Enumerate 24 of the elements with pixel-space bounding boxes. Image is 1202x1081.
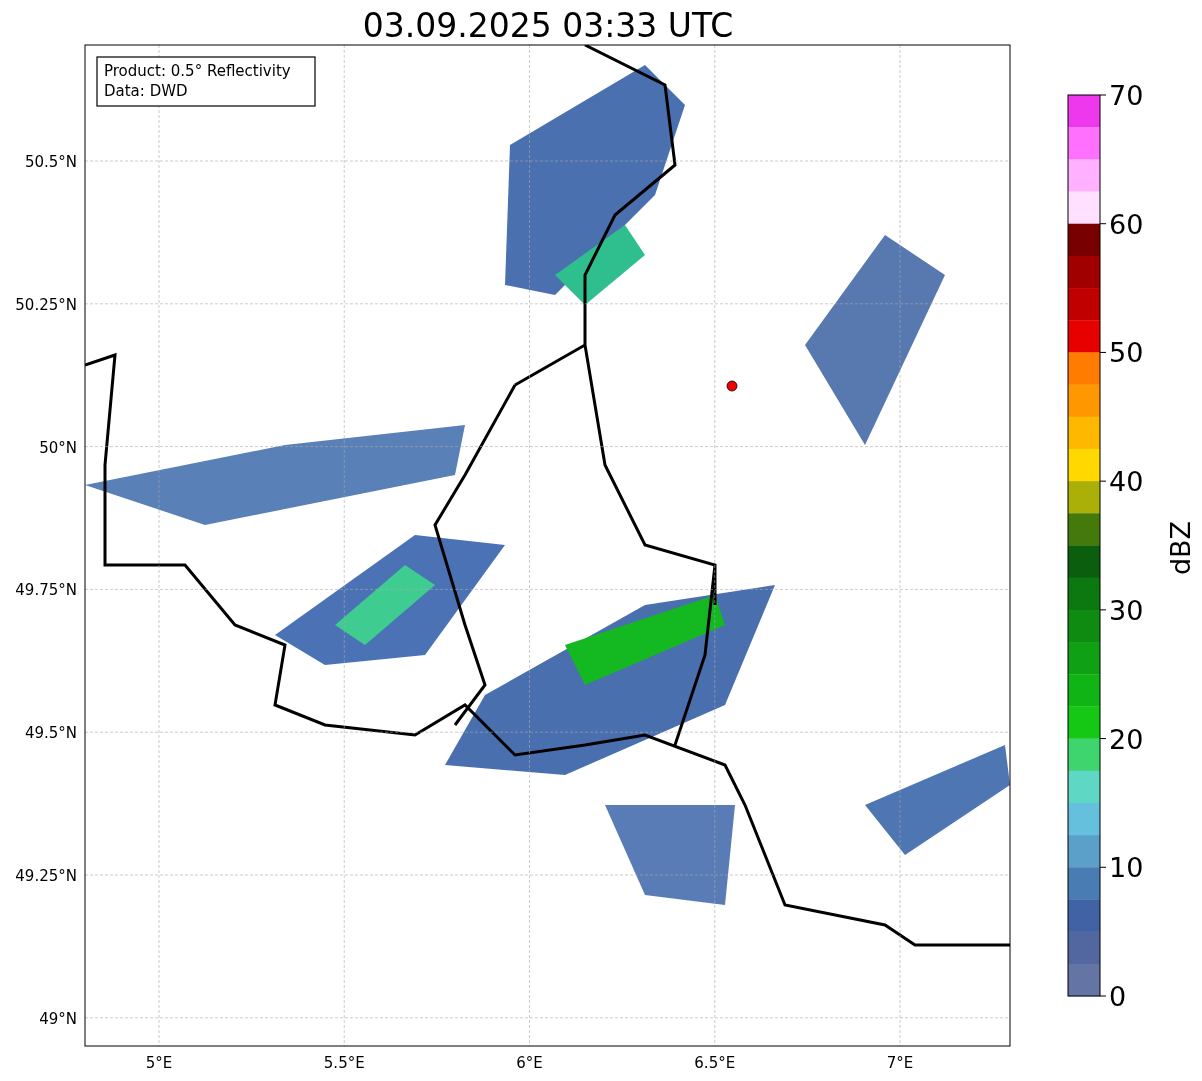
colorbar-tick-label: 20: [1109, 723, 1144, 755]
colorbar-tick-label: 10: [1109, 852, 1144, 884]
latitude-label: 50.25°N: [15, 295, 77, 314]
longitude-label: 6.5°E: [694, 1054, 736, 1072]
chart-title: 03.09.2025 03:33 UTC: [362, 6, 734, 45]
colorbar-tick-label: 50: [1109, 337, 1144, 369]
colorbar-tick-label: 70: [1109, 80, 1144, 111]
latitude-label: 50°N: [39, 438, 77, 457]
longitude-label: 7°E: [886, 1054, 914, 1072]
longitude-label: 5°E: [145, 1054, 173, 1072]
colorbar-tick-label: 60: [1109, 208, 1144, 240]
colorbar-label: dBZ: [1165, 520, 1196, 576]
latitude-label: 49.25°N: [15, 867, 77, 885]
latitude-label: 50.5°N: [24, 153, 77, 171]
longitude-label: 5.5°E: [323, 1054, 365, 1072]
info-text: Data: DWD: [104, 82, 188, 100]
info-text: Product: 0.5° Reflectivity: [104, 62, 291, 80]
longitude-label: 6°E: [516, 1054, 543, 1072]
colorbar-tick-label: 40: [1109, 466, 1144, 498]
latitude-label: 49.75°N: [15, 581, 77, 600]
latitude-label: 49.5°N: [24, 724, 77, 743]
colorbar-tick-label: 0: [1109, 981, 1127, 1012]
colorbar-tick-label: 30: [1109, 594, 1144, 626]
latitude-label: 49°N: [39, 1009, 77, 1028]
